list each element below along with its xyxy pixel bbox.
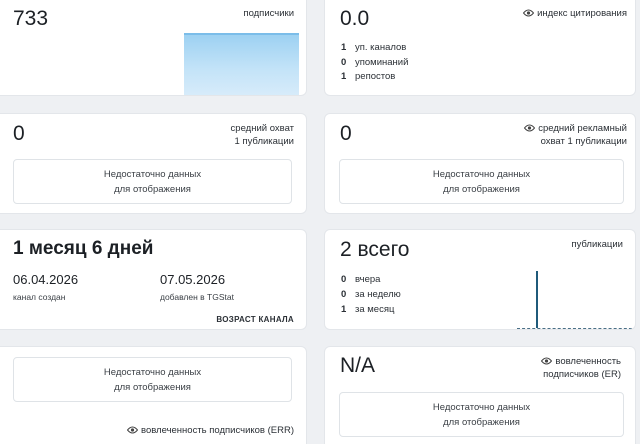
- subscribers-count: 733: [13, 7, 49, 30]
- channel-created-label: канал создан: [13, 292, 66, 302]
- err-footer: вовлеченность подписчиков (ERR): [127, 424, 294, 437]
- eye-icon: [523, 9, 535, 17]
- subscribers-card[interactable]: 733 подписчики: [0, 0, 307, 96]
- eye-icon: [541, 357, 553, 365]
- subscribers-chart-area: [184, 33, 299, 95]
- er-label: вовлеченность подписчиков (ER): [541, 356, 621, 380]
- avg-ad-reach-label: средний рекламный охват 1 публикации: [524, 122, 627, 148]
- channel-age-footer: ВОЗРАСТ КАНАЛА: [216, 315, 294, 324]
- publications-baseline: [517, 328, 635, 329]
- publications-card[interactable]: 2 всего публикации 0 вчера 0 за неделю 1 за…: [324, 229, 636, 330]
- publications-value: 2 всего: [340, 238, 410, 261]
- er-nodata: Недостаточно данных для отображения: [339, 392, 624, 437]
- channel-age-value: 1 месяц 6 дней: [13, 238, 154, 259]
- err-nodata: Недостаточно данных для отображения: [13, 357, 292, 402]
- avg-ad-reach-nodata: Недостаточно данных для отображения: [339, 159, 624, 204]
- eye-icon: [127, 426, 138, 434]
- publications-bar: [536, 271, 538, 328]
- er-value: N/A: [340, 354, 376, 377]
- eye-icon: [524, 124, 536, 132]
- publications-label: публикации: [571, 239, 623, 250]
- avg-reach-label: средний охват 1 публикации: [230, 123, 294, 147]
- channel-age-card[interactable]: 1 месяц 6 дней 06.04.2026 канал создан 0…: [0, 229, 307, 330]
- channel-added-label: добавлен в TGStat: [160, 292, 234, 302]
- avg-ad-reach-card[interactable]: 0 средний рекламный охват 1 публикации Н…: [324, 113, 636, 214]
- citation-index-label-text: индекс цитирования: [537, 8, 627, 19]
- citation-index-value: 0.0: [340, 7, 370, 30]
- citation-card[interactable]: 0.0 индекс цитирования 1 уп. каналов 0 упо…: [324, 0, 636, 96]
- channel-added-date: 07.05.2026: [160, 272, 226, 287]
- subscribers-label: подписчики: [243, 8, 294, 19]
- channel-created-date: 06.04.2026: [13, 272, 79, 287]
- avg-reach-value: 0: [13, 122, 25, 145]
- avg-ad-reach-value: 0: [340, 122, 352, 145]
- citation-index-label: индекс цитирования: [523, 7, 627, 20]
- err-card[interactable]: Недостаточно данных для отображения вовл…: [0, 346, 307, 444]
- avg-reach-card[interactable]: 0 средний охват 1 публикации Недостаточн…: [0, 113, 307, 214]
- avg-reach-nodata: Недостаточно данных для отображения: [13, 159, 292, 204]
- er-card[interactable]: N/A вовлеченность подписчиков (ER) Недос…: [324, 346, 636, 444]
